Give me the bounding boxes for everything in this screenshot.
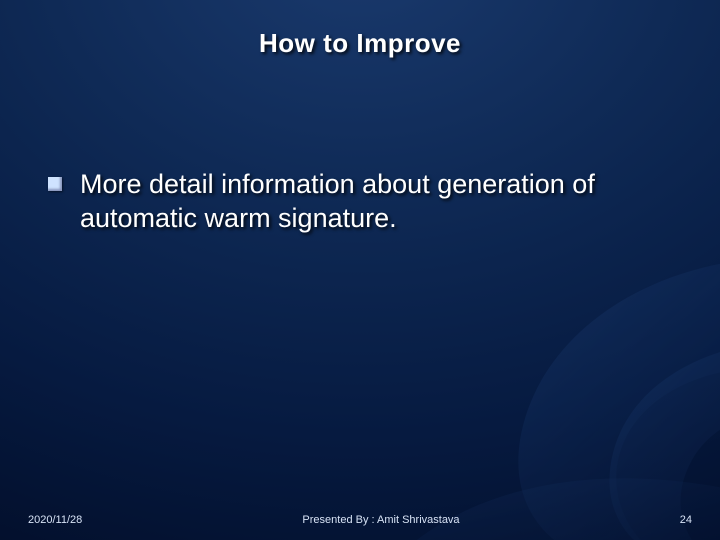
- slide-content: More detail information about generation…: [48, 168, 680, 236]
- slide-title: How to Improve: [0, 28, 720, 59]
- footer-date: 2020/11/28: [28, 514, 82, 526]
- bullet-item: More detail information about generation…: [48, 168, 680, 236]
- footer-presenter: Presented By : Amit Shrivastava: [82, 514, 680, 526]
- slide-footer: 2020/11/28 Presented By : Amit Shrivasta…: [0, 514, 720, 526]
- square-bullet-icon: [48, 177, 62, 191]
- footer-page-number: 24: [680, 514, 692, 526]
- bullet-text: More detail information about generation…: [80, 168, 680, 236]
